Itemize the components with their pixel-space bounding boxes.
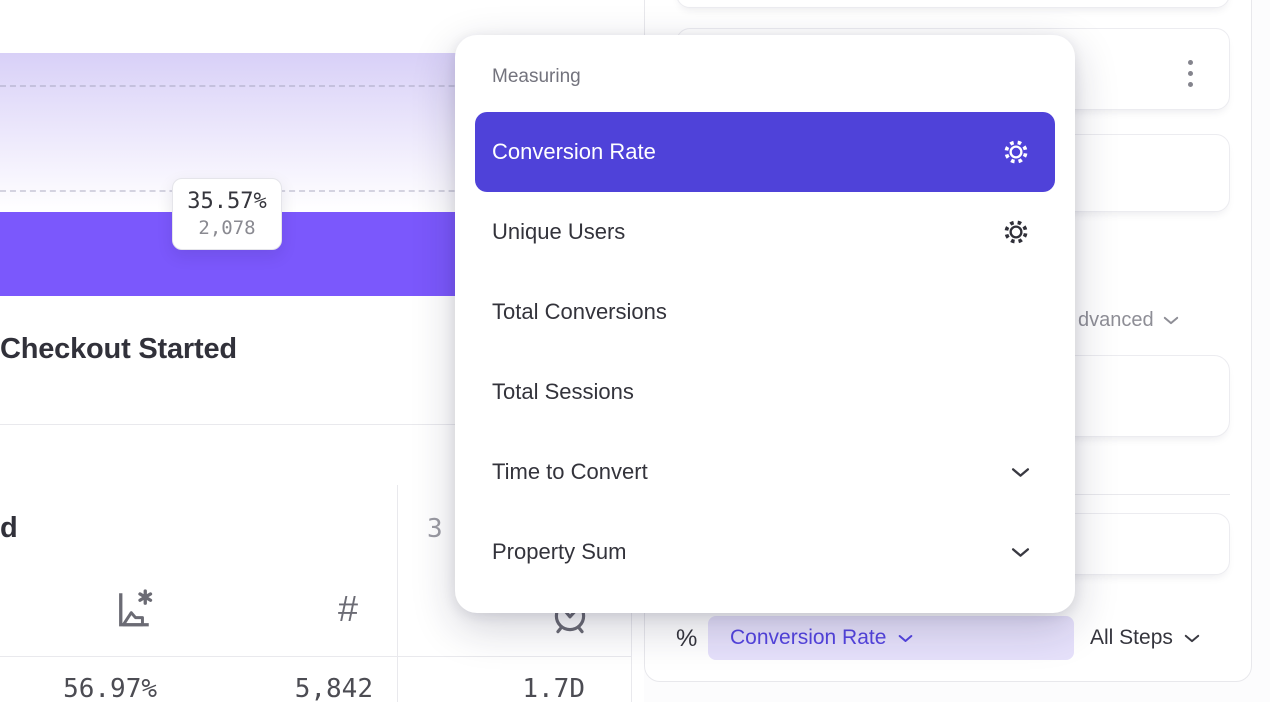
bar-tooltip: 35.57% 2,078 bbox=[172, 178, 282, 250]
menu-item-total-sessions[interactable]: Total Sessions bbox=[455, 352, 1075, 432]
advanced-toggle[interactable]: dvanced bbox=[1078, 309, 1179, 332]
chevron-down-icon bbox=[898, 634, 913, 643]
gear-icon[interactable] bbox=[1002, 138, 1030, 166]
menu-item-conversion-rate[interactable]: Conversion Rate bbox=[475, 112, 1055, 192]
builder-row-card[interactable] bbox=[676, 0, 1230, 8]
measuring-dropdown: Measuring Conversion Rate Unique Users T… bbox=[455, 35, 1075, 613]
table-column-divider bbox=[397, 485, 398, 702]
steps-scope-label: All Steps bbox=[1090, 626, 1173, 650]
chevron-down-icon bbox=[1184, 634, 1200, 643]
menu-item-total-conversions[interactable]: Total Conversions bbox=[455, 272, 1075, 352]
step-title: Checkout Started bbox=[0, 333, 237, 366]
chevron-down-icon bbox=[1011, 547, 1030, 558]
measuring-chip-label: Conversion Rate bbox=[730, 626, 886, 650]
table-cell-time: 1.7D bbox=[468, 674, 585, 702]
steps-scope-dropdown[interactable]: All Steps bbox=[1090, 616, 1200, 660]
funnel-builder-screen: 35.57% 2,078 Checkout Started d 3 # 56.9… bbox=[0, 0, 1270, 702]
menu-item-label: Unique Users bbox=[492, 219, 1002, 245]
table-cell-conversion-rate: 56.97% bbox=[0, 674, 157, 702]
gear-icon[interactable] bbox=[1002, 218, 1030, 246]
dropdown-header: Measuring bbox=[492, 66, 581, 88]
menu-item-label: Total Sessions bbox=[492, 379, 1030, 405]
advanced-label: dvanced bbox=[1078, 309, 1154, 332]
chevron-down-icon bbox=[1011, 467, 1030, 478]
menu-item-time-to-convert[interactable]: Time to Convert bbox=[455, 432, 1075, 512]
table-row-divider bbox=[0, 656, 631, 657]
menu-item-property-sum[interactable]: Property Sum bbox=[455, 512, 1075, 592]
conversion-rate-icon[interactable] bbox=[112, 587, 154, 631]
kebab-menu-icon[interactable] bbox=[1188, 60, 1193, 87]
tooltip-count: 2,078 bbox=[198, 217, 255, 239]
count-icon[interactable]: # bbox=[338, 591, 358, 627]
menu-item-unique-users[interactable]: Unique Users bbox=[455, 192, 1075, 272]
table-cell-count: 5,842 bbox=[253, 674, 373, 702]
table-step-label-partial: d bbox=[0, 512, 18, 545]
menu-item-label: Conversion Rate bbox=[492, 139, 1002, 165]
percent-symbol: % bbox=[676, 625, 697, 653]
chevron-down-icon bbox=[1163, 316, 1179, 325]
menu-item-label: Property Sum bbox=[492, 539, 1011, 565]
menu-item-label: Time to Convert bbox=[492, 459, 1011, 485]
tooltip-rate: 35.57% bbox=[187, 189, 266, 214]
table-step-number-partial: 3 bbox=[427, 514, 443, 544]
measuring-chip[interactable]: Conversion Rate bbox=[708, 616, 1074, 660]
menu-item-label: Total Conversions bbox=[492, 299, 1030, 325]
